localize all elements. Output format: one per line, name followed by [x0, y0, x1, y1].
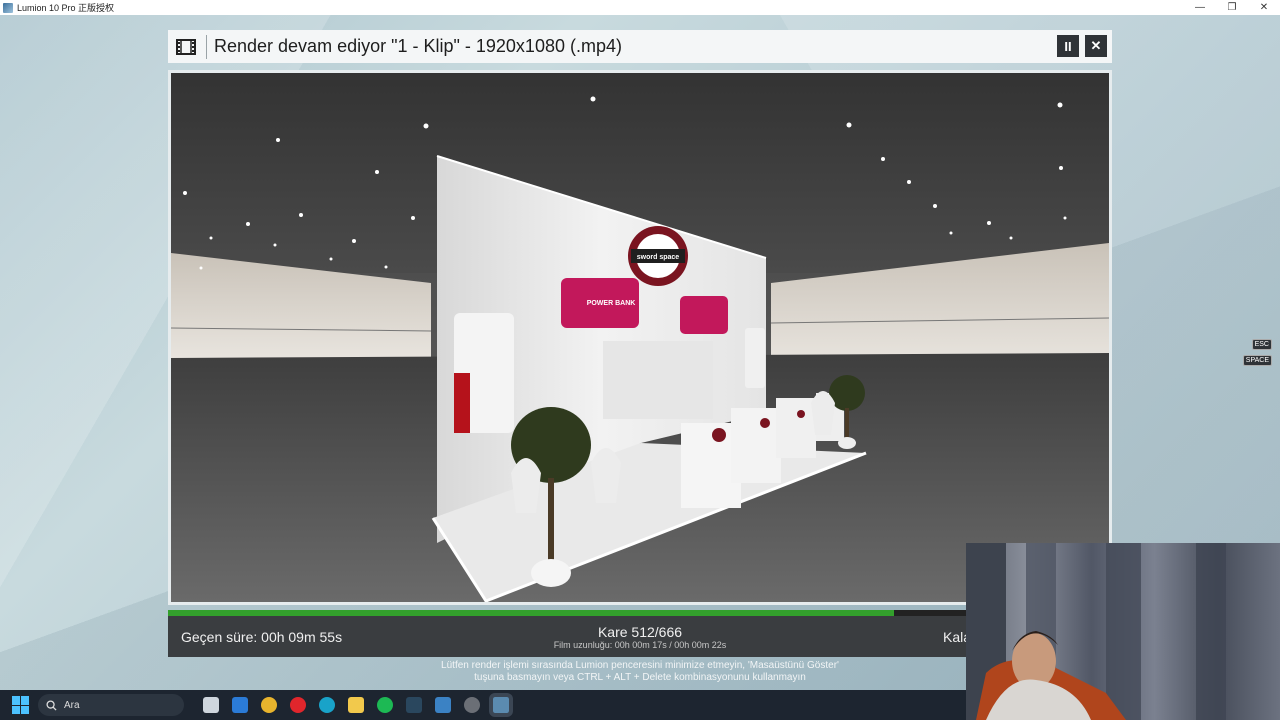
render-dialog-header: Render devam ediyor "1 - Klip" - 1920x10… [168, 30, 1112, 63]
windows-start-icon[interactable] [12, 696, 30, 714]
restore-button[interactable]: ❐ [1216, 0, 1248, 15]
booth-panel-text: POWER BANK [587, 300, 636, 307]
lumion-icon[interactable] [489, 693, 513, 717]
edge-icon[interactable] [319, 697, 335, 713]
render-title: Render devam ediyor "1 - Klip" - 1920x10… [214, 36, 622, 56]
header-divider [206, 34, 207, 59]
search-icon [46, 699, 57, 711]
opera-icon[interactable] [290, 697, 306, 713]
render-preview-frame: sword space POWER BANK [168, 70, 1112, 605]
webcam-overlay [966, 543, 1280, 720]
file-explorer-icon[interactable] [348, 697, 364, 713]
render-preview: sword space POWER BANK [171, 73, 1109, 602]
lumion-app-icon [3, 2, 13, 13]
film-icon [176, 38, 196, 55]
esc-key-hint: ESC [1251, 339, 1272, 350]
app-title: Lumion 10 Pro 正版授权 [17, 3, 115, 13]
task-view-icon[interactable] [203, 697, 219, 713]
pause-button[interactable]: II [1057, 35, 1079, 57]
search-placeholder: Ara [64, 699, 80, 711]
close-window-button[interactable]: ✕ [1248, 0, 1280, 15]
mail-icon[interactable] [232, 697, 248, 713]
app-title-bar: Lumion 10 Pro 正版授权 — ❐ ✕ [0, 0, 1280, 15]
spotify-icon[interactable] [377, 697, 393, 713]
chrome-icon[interactable] [261, 697, 277, 713]
minimize-button[interactable]: — [1184, 0, 1216, 15]
taskbar-apps [190, 693, 513, 717]
taskbar-search[interactable]: Ara [38, 694, 184, 716]
exhibition-booth-scene: sword space POWER BANK [171, 73, 1109, 602]
webcam-person-image [966, 543, 1226, 720]
window-controls: — ❐ ✕ [1184, 0, 1280, 15]
photos-icon[interactable] [435, 697, 451, 713]
close-dialog-button[interactable]: ✕ [1085, 35, 1107, 57]
booth-sign-text: sword space [637, 254, 680, 261]
space-key-hint: SPACE [1242, 355, 1272, 366]
obs-icon[interactable] [464, 697, 480, 713]
steam-icon[interactable] [406, 697, 422, 713]
